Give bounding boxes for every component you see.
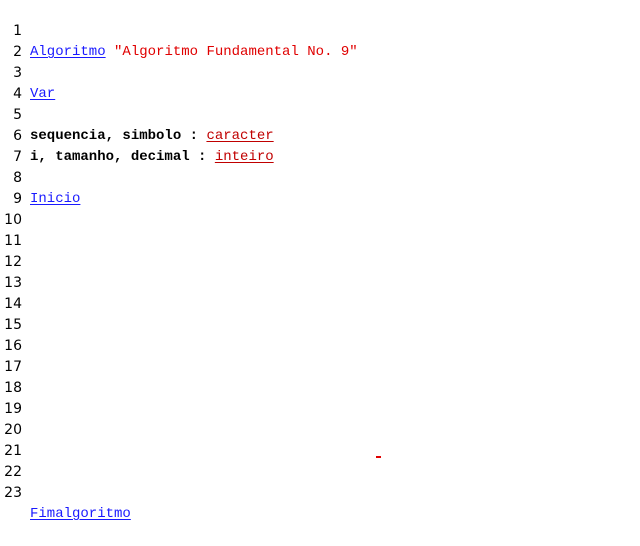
code-line[interactable]: 22 [0, 441, 640, 480]
error-marker [376, 456, 381, 458]
code-line[interactable]: 21 [0, 420, 640, 459]
line-content[interactable]: Fimalgoritmo [30, 504, 131, 525]
code-line[interactable]: 6 i, tamanho, decimal : inteiro [0, 105, 640, 165]
code-line[interactable]: 9 [0, 168, 640, 207]
code-editor[interactable]: 1 Algoritmo "Algoritmo Fundamental No. 9… [0, 0, 640, 522]
code-line[interactable]: 19 [0, 378, 640, 417]
code-line[interactable]: 13 [0, 252, 640, 291]
line-number: 23 [4, 485, 22, 501]
code-line[interactable]: 2 [0, 21, 640, 60]
code-line[interactable]: 20 [0, 399, 640, 438]
code-line[interactable]: 3 Var [0, 42, 640, 102]
code-line[interactable]: 8 Inicio [0, 147, 640, 207]
code-line[interactable]: 17 [0, 336, 640, 375]
code-line[interactable]: 16 [0, 315, 640, 354]
code-line[interactable]: 1 Algoritmo "Algoritmo Fundamental No. 9… [0, 0, 640, 60]
keyword-fimalgoritmo: Fimalgoritmo [30, 506, 131, 522]
code-line[interactable]: 14 [0, 273, 640, 312]
code-line[interactable]: 10 [0, 189, 640, 228]
code-line[interactable]: 5 sequencia, simbolo : caracter [0, 84, 640, 144]
code-line[interactable]: 12 [0, 231, 640, 270]
code-line[interactable]: 4 [0, 63, 640, 102]
code-line[interactable]: 18 [0, 357, 640, 396]
code-line[interactable]: 11 [0, 210, 640, 249]
code-line[interactable]: 15 [0, 294, 640, 333]
code-line[interactable]: 7 [0, 126, 640, 165]
